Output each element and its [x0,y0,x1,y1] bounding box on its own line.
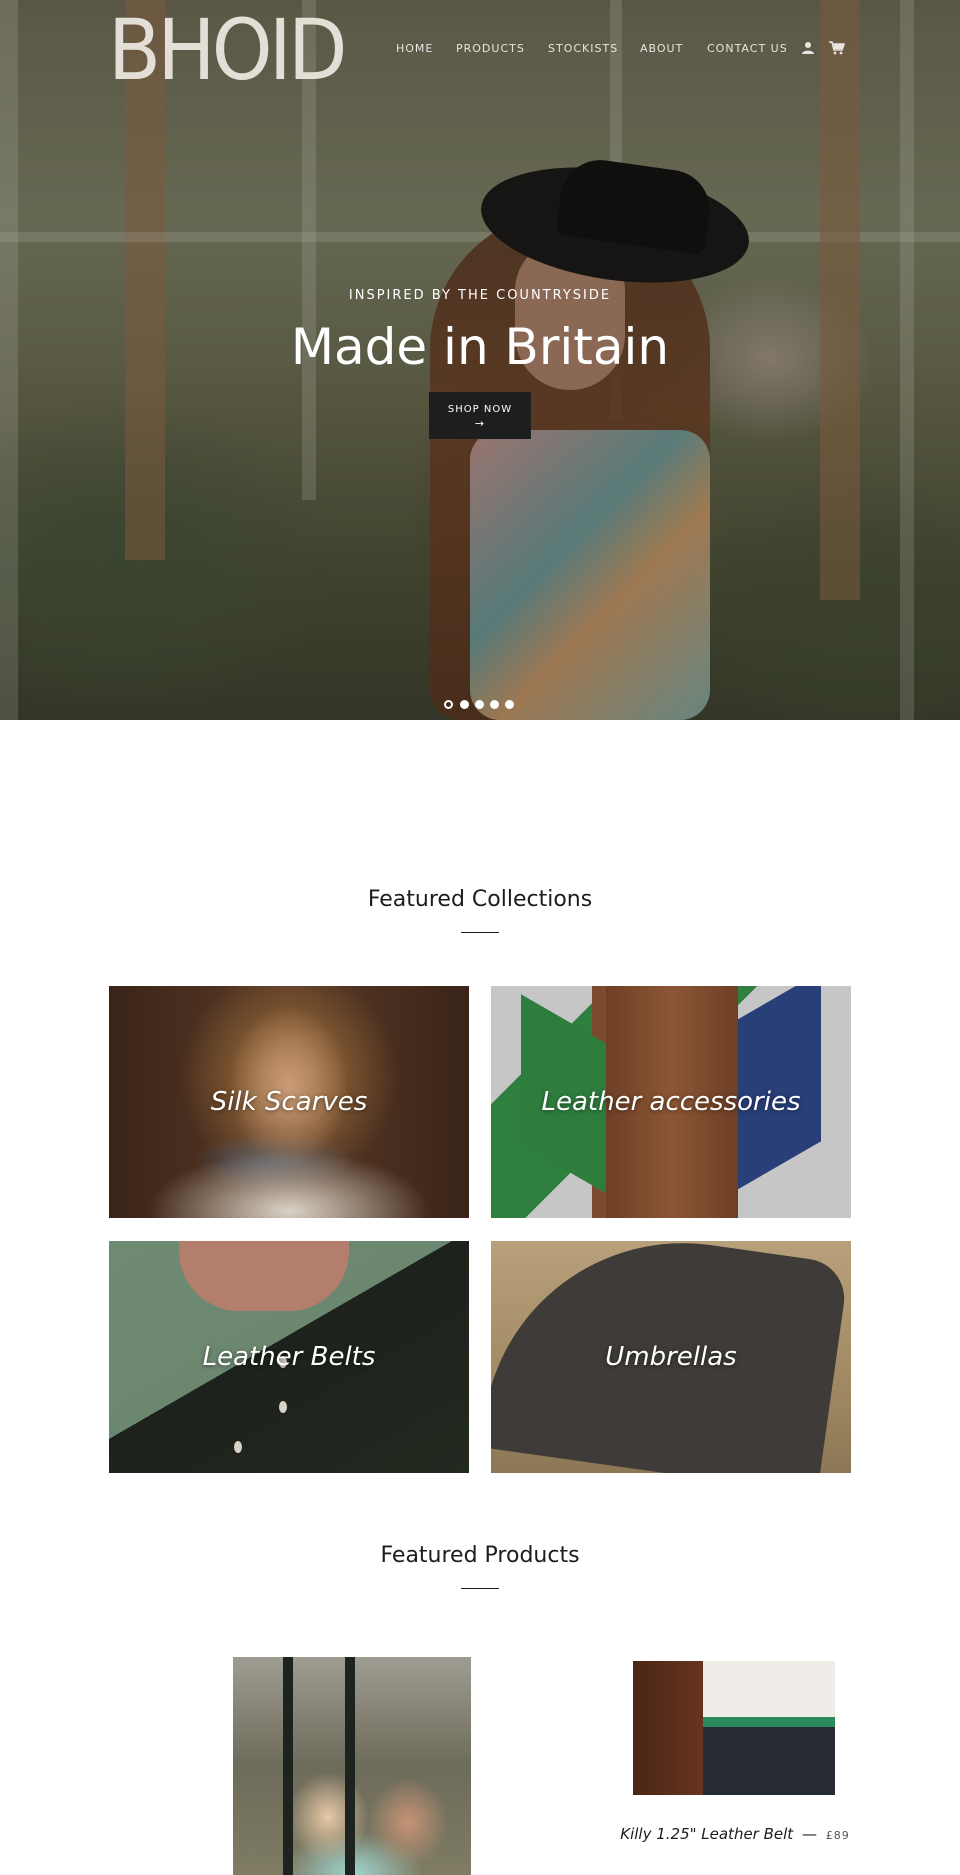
featured-collections-title: Featured Collections [367,887,593,912]
product-price: £89 [825,1829,850,1842]
slide-dot[interactable] [475,700,484,709]
collection-label: Leather Belts [202,1342,376,1372]
hero-title: Made in Britain [290,318,670,376]
product-belt [703,1717,835,1727]
product-trousers [703,1721,835,1795]
nav-item-contact-us[interactable]: CONTACT US [707,42,788,55]
shop-now-button[interactable]: SHOP NOW → [429,392,531,439]
slideshow-pagination [444,700,524,710]
slide-dot[interactable] [490,700,499,709]
nav-item-stockists[interactable]: STOCKISTS [548,42,618,55]
product-name[interactable]: Killy 1.25" Leather Belt [620,1825,793,1843]
lamp-post [345,1657,355,1875]
collection-card-leather-accessories[interactable]: Leather accessories [491,986,851,1218]
product-image-scarves[interactable] [233,1657,471,1875]
slide-dot[interactable] [460,700,469,709]
user-icon[interactable] [801,40,817,54]
product-image-killy-belt[interactable] [633,1661,835,1795]
product-shirt [703,1661,835,1719]
featured-products-title: Featured Products [380,1543,580,1568]
hero-subtitle: INSPIRED BY THE COUNTRYSIDE [348,288,612,303]
cart-icon[interactable] [829,40,846,55]
collection-card-leather-belts[interactable]: Leather Belts [109,1241,469,1473]
collection-label: Umbrellas [605,1342,737,1372]
collection-card-umbrellas[interactable]: Umbrellas [491,1241,851,1473]
slide-dot-active[interactable] [444,700,453,709]
section-divider [461,1588,499,1589]
collection-label: Leather accessories [541,1087,801,1117]
nav-item-home[interactable]: HOME [396,42,433,55]
product-caption: Killy 1.25" Leather Belt — £89 [560,1825,910,1843]
hero-caption: INSPIRED BY THE COUNTRYSIDE Made in Brit… [0,288,960,375]
slide-dot[interactable] [505,700,514,709]
arrow-right-icon: → [474,417,486,430]
lamp-post [283,1657,293,1875]
shop-now-label: SHOP NOW [447,404,513,415]
nav-item-about[interactable]: ABOUT [640,42,683,55]
nav-item-products[interactable]: PRODUCTS [456,42,525,55]
price-separator: — [801,1825,817,1843]
collection-label: Silk Scarves [210,1087,368,1117]
collection-card-silk-scarves[interactable]: Silk Scarves [109,986,469,1218]
section-divider [461,932,499,933]
